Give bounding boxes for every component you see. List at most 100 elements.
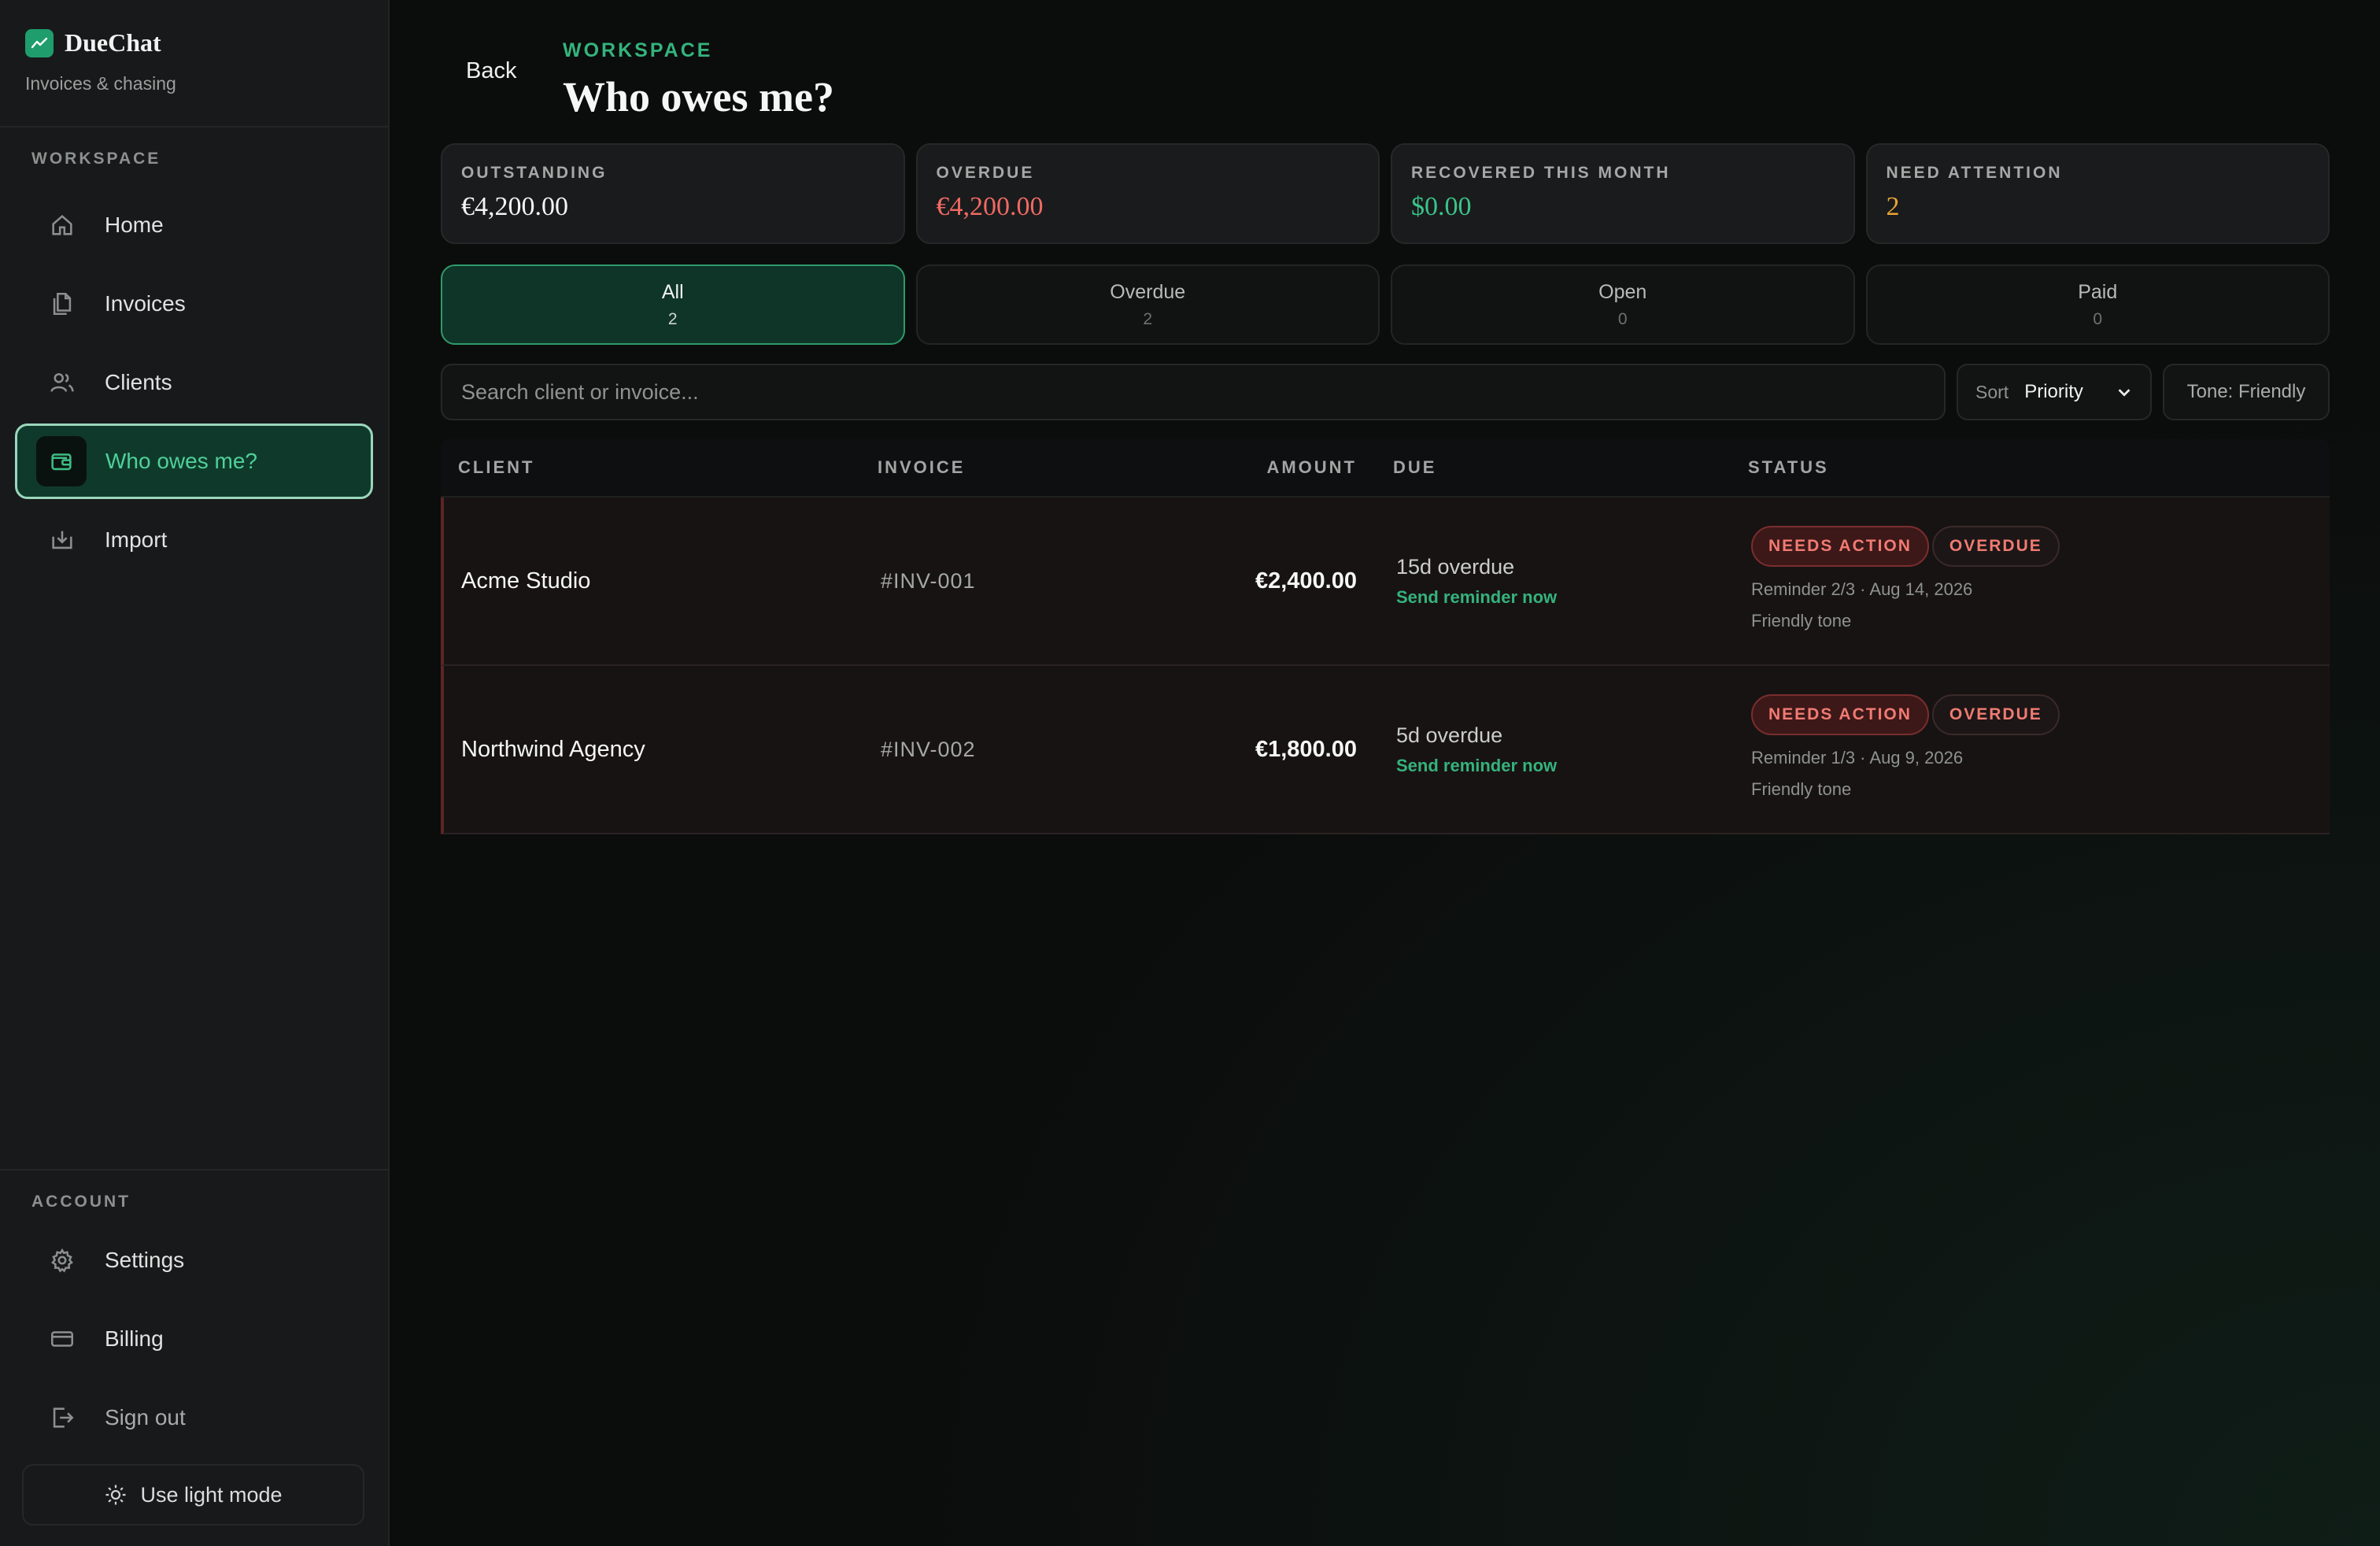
needs-action-badge: NEEDS ACTION — [1751, 526, 1929, 567]
tab-open[interactable]: Open 0 — [1391, 264, 1855, 345]
sidebar-item-billing[interactable]: Billing — [15, 1301, 373, 1377]
app-root: DueChat Invoices & chasing WORKSPACE Hom… — [0, 0, 2380, 1546]
main-content: Back WORKSPACE Who owes me? OUTSTANDING … — [391, 0, 2380, 1546]
sidebar-item-sign-out[interactable]: Sign out — [15, 1380, 373, 1455]
sidebar-item-who-owes-me[interactable]: Who owes me? — [15, 423, 373, 499]
stat-card-recovered: RECOVERED THIS MONTH $0.00 — [1391, 143, 1855, 244]
table-row[interactable]: Acme Studio #INV-001 €2,400.00 15d overd… — [441, 497, 2330, 666]
sidebar-item-label: Home — [105, 213, 164, 237]
documents-icon — [46, 288, 78, 320]
sun-icon — [105, 1485, 126, 1505]
sidebar-item-invoices[interactable]: Invoices — [15, 266, 373, 342]
sidebar-item-clients[interactable]: Clients — [15, 345, 373, 420]
table-header: CLIENT INVOICE AMOUNT DUE STATUS — [441, 439, 2330, 497]
stat-value: €4,200.00 — [461, 192, 568, 221]
column-header-client[interactable]: CLIENT — [458, 457, 534, 478]
sidebar-item-label: Who owes me? — [105, 449, 257, 473]
tab-label: Overdue — [1110, 280, 1186, 303]
stat-value: 2 — [1886, 192, 1900, 221]
chevron-down-icon — [2118, 389, 2131, 397]
stat-card-overdue: OVERDUE €4,200.00 — [915, 143, 1380, 244]
due-cell: 15d overdue Send reminder now — [1396, 497, 1557, 664]
account-section-label: ACCOUNT — [31, 1193, 131, 1211]
filter-tabs: All 2 Overdue 2 Open 0 Paid 0 — [441, 264, 2330, 345]
tab-label: Open — [1598, 280, 1647, 303]
reminder-info: Reminder 1/3 · Aug 9, 2026 — [1751, 748, 1964, 767]
sidebar-item-label: Clients — [105, 370, 172, 394]
wallet-icon — [36, 436, 87, 486]
badges: NEEDS ACTION OVERDUE — [1751, 694, 2060, 735]
send-reminder-link[interactable]: Send reminder now — [1396, 587, 1557, 608]
sidebar-item-label: Import — [105, 527, 168, 552]
needs-action-badge: NEEDS ACTION — [1751, 694, 1929, 735]
stats-row: OUTSTANDING €4,200.00 OVERDUE €4,200.00 … — [441, 143, 2330, 244]
amount-cell: €2,400.00 — [1255, 497, 1357, 664]
client-cell: Northwind Agency — [461, 666, 645, 833]
stat-card-outstanding: OUTSTANDING €4,200.00 — [441, 143, 905, 244]
tab-count: 2 — [667, 309, 678, 328]
sidebar-item-home[interactable]: Home — [15, 187, 373, 263]
home-icon — [46, 209, 78, 241]
toolbar: Sort Priority Tone: Friendly — [441, 364, 2330, 420]
column-header-due[interactable]: DUE — [1393, 457, 1436, 478]
brand-subtitle: Invoices & chasing — [25, 73, 176, 94]
import-icon — [46, 524, 78, 556]
due-cell: 5d overdue Send reminder now — [1396, 666, 1557, 833]
account-nav: ACCOUNT Settings Billing Sign out — [0, 1169, 388, 1459]
column-header-status[interactable]: STATUS — [1748, 457, 1829, 478]
reminder-info: Reminder 2/3 · Aug 14, 2026 — [1751, 579, 1973, 599]
sidebar-item-settings[interactable]: Settings — [15, 1222, 373, 1298]
sort-value: Priority — [2024, 381, 2083, 402]
stat-label: RECOVERED THIS MONTH — [1411, 164, 1671, 182]
workspace-nav: WORKSPACE Home Invoices Clients Who owes… — [0, 150, 388, 581]
search-input[interactable] — [441, 364, 1946, 420]
invoice-number[interactable]: #INV-001 — [881, 569, 976, 594]
due-block: 5d overdue Send reminder now — [1396, 723, 1557, 776]
sidebar-item-import[interactable]: Import — [15, 502, 373, 578]
sort-select[interactable]: Sort Priority — [1957, 364, 2152, 420]
stat-card-need-attention: NEED ATTENTION 2 — [1865, 143, 2330, 244]
invoice-cell: #INV-002 — [881, 666, 976, 833]
stat-label: NEED ATTENTION — [1886, 164, 2063, 182]
page-title: Who owes me? — [563, 73, 834, 120]
brand-row[interactable]: DueChat — [25, 28, 363, 57]
back-button[interactable]: Back — [466, 58, 516, 84]
light-mode-label: Use light mode — [140, 1482, 283, 1507]
invoice-cell: #INV-001 — [881, 497, 976, 664]
workspace-section-label: WORKSPACE — [31, 150, 161, 168]
tone-info: Friendly tone — [1751, 779, 1852, 799]
table-row[interactable]: Northwind Agency #INV-002 €1,800.00 5d o… — [441, 666, 2330, 834]
sidebar-item-label: Invoices — [105, 291, 186, 316]
status-badge: OVERDUE — [1931, 526, 2060, 567]
tone-button[interactable]: Tone: Friendly — [2163, 364, 2330, 420]
due-text: 15d overdue — [1396, 554, 1515, 579]
column-header-invoice[interactable]: INVOICE — [878, 457, 965, 478]
client-cell: Acme Studio — [461, 497, 590, 664]
invoice-number[interactable]: #INV-002 — [881, 738, 976, 762]
column-header-amount[interactable]: AMOUNT — [1266, 457, 1357, 478]
tab-count: 0 — [1617, 309, 1628, 328]
tab-paid[interactable]: Paid 0 — [1865, 264, 2330, 345]
users-icon — [46, 367, 78, 398]
client-name[interactable]: Northwind Agency — [461, 737, 645, 763]
tone-info: Friendly tone — [1751, 611, 1852, 631]
stat-label: OUTSTANDING — [461, 164, 608, 182]
amount-value: €1,800.00 — [1255, 736, 1357, 762]
tab-overdue[interactable]: Overdue 2 — [915, 264, 1380, 345]
invoices-table: CLIENT INVOICE AMOUNT DUE STATUS Acme St… — [441, 439, 2330, 834]
tab-count: 0 — [2093, 309, 2103, 328]
send-reminder-link[interactable]: Send reminder now — [1396, 756, 1557, 776]
due-block: 15d overdue Send reminder now — [1396, 555, 1557, 608]
amount-value: €2,400.00 — [1255, 568, 1357, 594]
sign-out-icon — [46, 1402, 78, 1433]
tab-all[interactable]: All 2 — [441, 264, 905, 345]
credit-card-icon — [46, 1323, 78, 1355]
stat-value: $0.00 — [1411, 192, 1472, 221]
breadcrumb: WORKSPACE — [563, 39, 713, 61]
badges: NEEDS ACTION OVERDUE — [1751, 526, 2060, 567]
client-name[interactable]: Acme Studio — [461, 568, 590, 594]
stat-label: OVERDUE — [936, 164, 1035, 182]
brand: DueChat Invoices & chasing — [0, 0, 388, 128]
light-mode-button[interactable]: Use light mode — [22, 1464, 364, 1526]
trend-chart-icon — [25, 28, 54, 57]
